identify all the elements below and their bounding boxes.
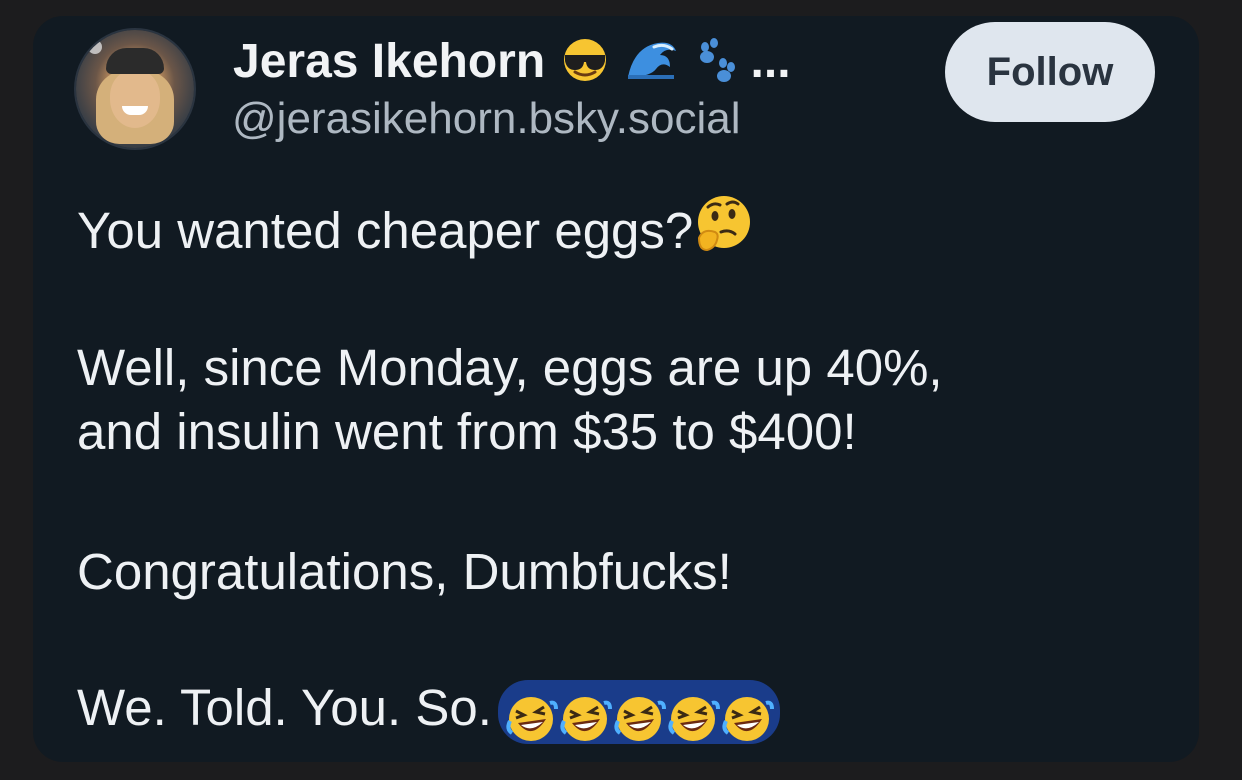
rolling-laughing-icon — [666, 687, 720, 744]
post-line-3: Congratulations, Dumbfucks! — [77, 543, 732, 600]
post-line-1: You wanted cheaper eggs? — [77, 192, 755, 271]
thinking-face-icon — [693, 192, 755, 271]
water-wave-icon — [624, 37, 680, 96]
avatar-hat — [106, 48, 164, 74]
post-line-4: We. Told. You. So. — [77, 674, 780, 744]
laughing-emoji-group — [497, 679, 780, 744]
rolling-laughing-icon — [720, 687, 774, 744]
author-name-text: Jeras Ikehorn — [233, 35, 546, 88]
author-handle[interactable]: @jerasikehorn.bsky.social — [232, 92, 741, 146]
post-line-2b: and insulin went from $35 to $400! — [77, 403, 857, 460]
avatar-glint — [88, 40, 102, 54]
post-line-1-text: You wanted cheaper eggs? — [77, 202, 694, 259]
post-card: Jeras Ikehorn ... @jerasikehorn.bsky.soc… — [33, 16, 1199, 762]
name-ellipsis: ... — [750, 35, 791, 88]
rolling-laughing-icon — [504, 687, 558, 744]
post-line-4-text: We. Told. You. So. — [77, 679, 492, 736]
rolling-laughing-icon — [612, 687, 666, 744]
author-display-name[interactable]: Jeras Ikehorn ... — [233, 34, 791, 96]
rolling-laughing-icon — [558, 687, 612, 744]
avatar-face — [110, 70, 160, 128]
paw-prints-icon — [693, 37, 737, 96]
follow-button[interactable]: Follow — [945, 22, 1155, 122]
avatar[interactable] — [76, 30, 194, 148]
post-line-2a: Well, since Monday, eggs are up 40%, — [77, 339, 943, 396]
sunglasses-face-icon — [559, 37, 611, 96]
